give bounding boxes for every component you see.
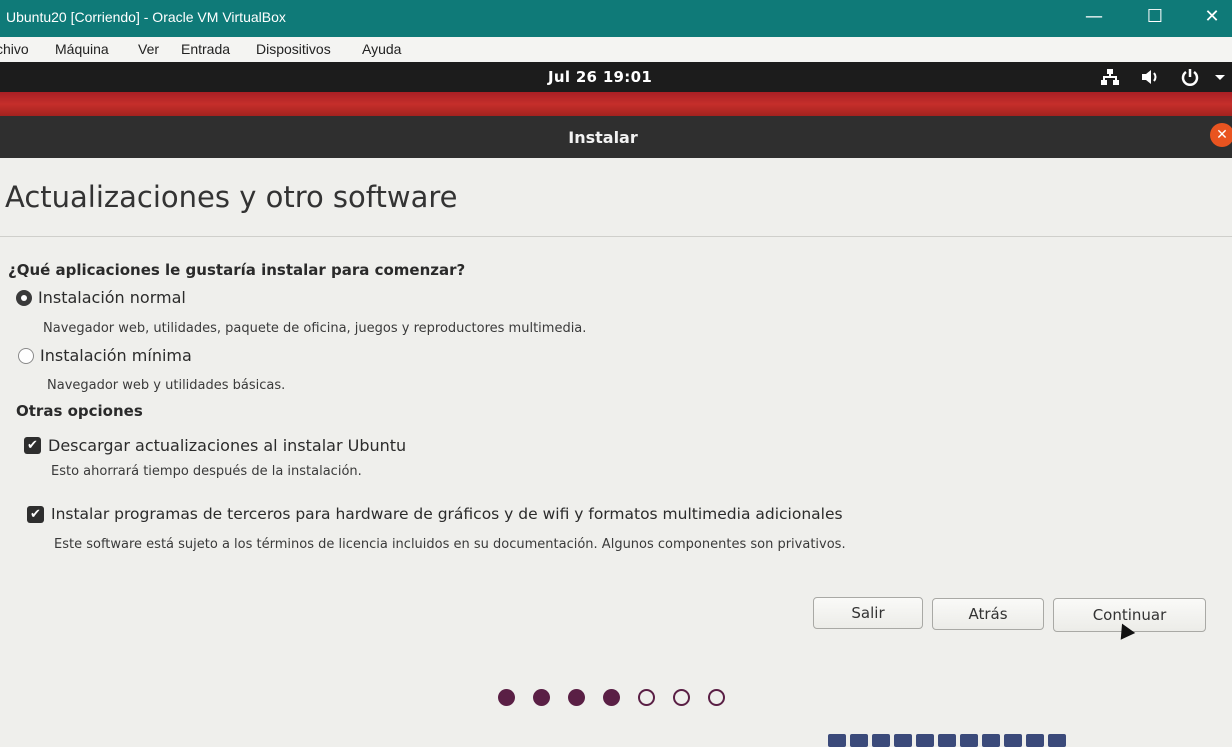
network-icon[interactable] (1099, 66, 1121, 88)
radio-unselected-icon[interactable] (18, 347, 34, 364)
checkbox-download-updates-description: Esto ahorrará tiempo después de la insta… (51, 464, 362, 479)
display-status-icon[interactable] (960, 734, 978, 747)
recording-status-icon[interactable] (982, 734, 1000, 747)
checkbox-checked-icon[interactable]: ✔ (24, 437, 41, 454)
maximize-button[interactable]: ☐ (1135, 3, 1175, 31)
progress-dot-complete (603, 689, 620, 706)
checkbox-download-updates[interactable]: ✔ Descargar actualizaciones al instalar … (24, 436, 406, 455)
dropdown-icon[interactable] (1212, 66, 1232, 88)
menu-dispositivos[interactable]: Dispositivos (256, 41, 331, 57)
other-options-title: Otras opciones (16, 402, 143, 420)
network-status-icon[interactable] (894, 734, 912, 747)
radio-normal-label[interactable]: Instalación normal (38, 288, 186, 307)
storage-status-icon[interactable] (828, 734, 846, 747)
radio-selected-icon[interactable] (16, 289, 32, 306)
checkbox-third-party[interactable]: ✔ Instalar programas de terceros para ha… (27, 505, 843, 523)
installer-close-button[interactable]: ✕ (1210, 123, 1232, 147)
back-button[interactable]: Atrás (932, 598, 1044, 630)
progress-dot-pending (673, 689, 690, 706)
radio-normal-description: Navegador web, utilidades, paquete de of… (43, 321, 587, 336)
progress-dot-complete (568, 689, 585, 706)
progress-dot-complete (498, 689, 515, 706)
close-window-button[interactable]: ✕ (1192, 3, 1232, 31)
keyboard-status-icon[interactable] (1048, 734, 1066, 747)
progress-dot-pending (708, 689, 725, 706)
shared-folders-status-icon[interactable] (938, 734, 956, 747)
power-icon[interactable] (1179, 66, 1201, 88)
menu-entrada[interactable]: Entrada (181, 41, 230, 57)
progress-dot-pending (638, 689, 655, 706)
radio-normal-install[interactable]: Instalación normal (16, 288, 186, 307)
checkbox-download-updates-label[interactable]: Descargar actualizaciones al instalar Ub… (48, 436, 406, 455)
menu-ver[interactable]: Ver (138, 41, 159, 57)
ubuntu-top-panel: Jul 26 19:01 (0, 62, 1232, 92)
menu-archivo[interactable]: chivo (0, 41, 29, 57)
window-title: Ubuntu20 [Corriendo] - Oracle VM Virtual… (6, 9, 286, 25)
checkbox-third-party-description: Este software está sujeto a los términos… (54, 537, 846, 552)
menu-maquina[interactable]: Máquina (55, 41, 109, 57)
checkbox-third-party-label[interactable]: Instalar programas de terceros para hard… (51, 505, 843, 523)
desktop-wallpaper (0, 92, 1232, 116)
panel-clock[interactable]: Jul 26 19:01 (548, 68, 652, 86)
mouse-integration-status-icon[interactable] (1026, 734, 1044, 747)
install-question: ¿Qué aplicaciones le gustaría instalar p… (8, 261, 466, 279)
installer-title: Instalar (568, 128, 638, 147)
volume-icon[interactable] (1139, 66, 1161, 88)
page-title: Actualizaciones y otro software (5, 180, 458, 214)
vbox-status-bar (828, 734, 1232, 747)
minimize-button[interactable]: — (1074, 3, 1114, 31)
usb-status-icon[interactable] (916, 734, 934, 747)
menu-ayuda[interactable]: Ayuda (362, 41, 401, 57)
optical-drive-status-icon[interactable] (850, 734, 868, 747)
installer-header: Instalar (0, 116, 1232, 158)
vbox-menu-bar: chivo Máquina Ver Entrada Dispositivos A… (0, 37, 1232, 62)
checkbox-checked-icon[interactable]: ✔ (27, 505, 44, 523)
quit-button[interactable]: Salir (813, 597, 923, 629)
radio-minimal-description: Navegador web y utilidades básicas. (47, 378, 286, 393)
cpu-status-icon[interactable] (1004, 734, 1022, 747)
divider (0, 236, 1232, 237)
radio-minimal-install[interactable]: Instalación mínima (18, 346, 192, 365)
progress-dot-complete (533, 689, 550, 706)
audio-status-icon[interactable] (872, 734, 890, 747)
vbox-title-bar[interactable]: Ubuntu20 [Corriendo] - Oracle VM Virtual… (0, 0, 1232, 37)
radio-minimal-label[interactable]: Instalación mínima (40, 346, 192, 365)
